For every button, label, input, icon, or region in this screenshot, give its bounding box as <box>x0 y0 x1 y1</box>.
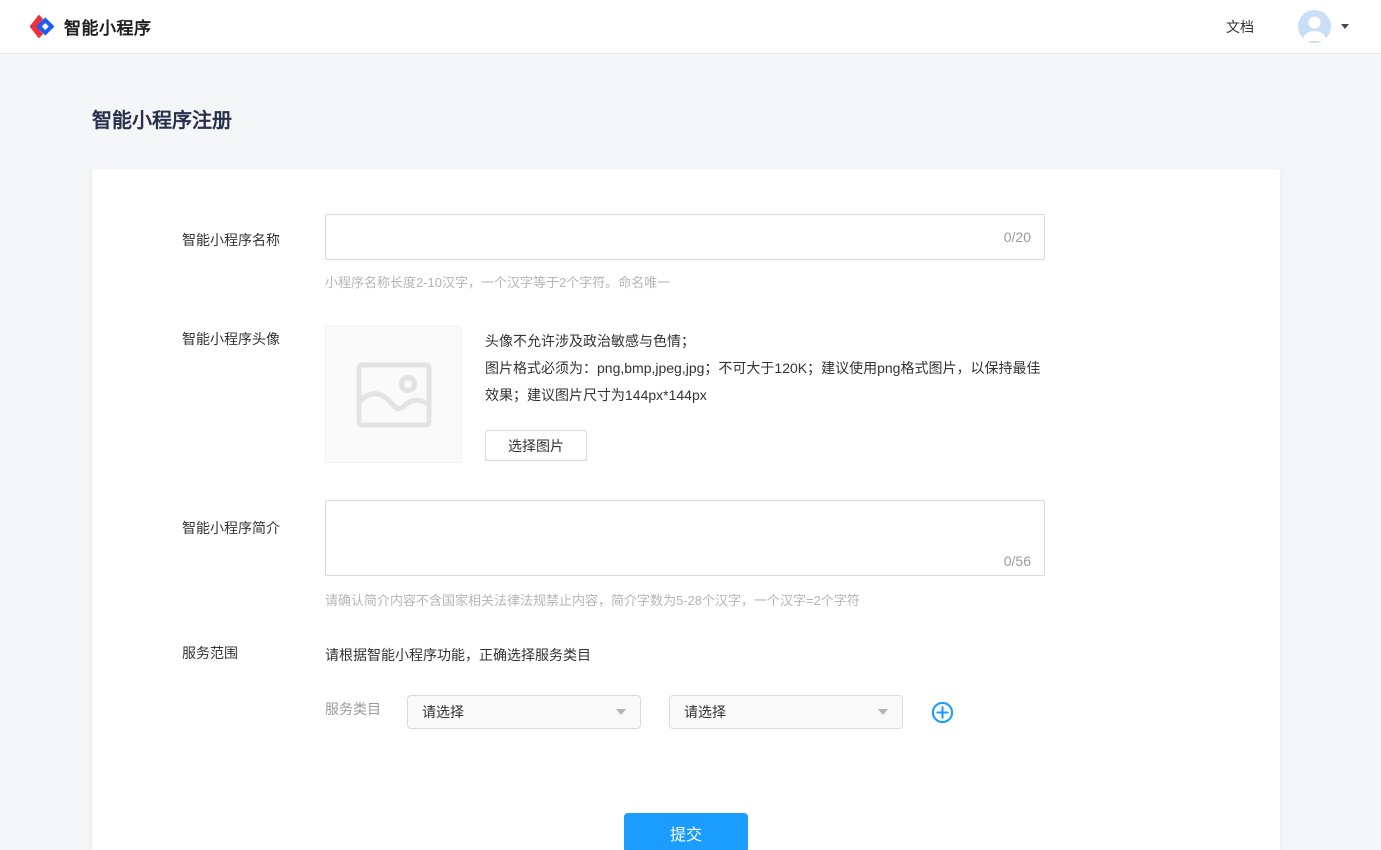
category-select-2-value: 请选择 <box>684 702 726 722</box>
select-caret-icon <box>616 709 626 715</box>
form-row-scope: 服务范围 请根据智能小程序功能，正确选择服务类目 服务类目 请选择 请选择 <box>182 643 1280 729</box>
category-label: 服务类目 <box>325 695 381 719</box>
registration-form-card: 智能小程序名称 0/20 小程序名称长度2-10汉字，一个汉字等于2个字符。命名… <box>92 169 1280 850</box>
plus-circle-icon <box>931 701 954 724</box>
avatar-label: 智能小程序头像 <box>182 326 325 463</box>
select-caret-icon <box>878 709 888 715</box>
page-title: 智能小程序注册 <box>92 104 1381 133</box>
scope-instruction: 请根据智能小程序功能，正确选择服务类目 <box>325 643 954 665</box>
intro-label: 智能小程序简介 <box>182 500 325 609</box>
account-menu[interactable] <box>1298 10 1349 43</box>
name-label: 智能小程序名称 <box>182 214 325 291</box>
user-avatar[interactable] <box>1298 10 1331 43</box>
avatar-rules: 头像不允许涉及政治敏感与色情； 图片格式必须为：png,bmp,jpeg,jpg… <box>485 326 1041 409</box>
intro-hint: 请确认简介内容不含国家相关法律法规禁止内容，简介字数为5-28个汉字，一个汉字=… <box>325 590 1045 609</box>
submit-row: 提交 <box>92 813 1280 850</box>
avatar-rule-line: 图片格式必须为：png,bmp,jpeg,jpg；不可大于120K；建议使用pn… <box>485 355 1041 409</box>
name-hint: 小程序名称长度2-10汉字，一个汉字等于2个字符。命名唯一 <box>325 272 1045 291</box>
top-header: 智能小程序 文档 <box>0 0 1381 54</box>
avatar-rule-line: 头像不允许涉及政治敏感与色情； <box>485 328 1041 355</box>
add-category-button[interactable] <box>930 700 954 724</box>
smart-program-logo-icon <box>28 13 55 40</box>
submit-button[interactable]: 提交 <box>624 813 748 850</box>
category-row: 服务类目 请选择 请选择 <box>325 695 954 729</box>
scope-label: 服务范围 <box>182 643 325 729</box>
form-row-avatar: 智能小程序头像 头像不允许涉及政治敏感与色情； 图片格式必须为：png,bmp,… <box>182 326 1280 463</box>
chevron-down-icon <box>1341 24 1349 29</box>
user-icon <box>1298 10 1331 43</box>
form-row-intro: 智能小程序简介 0/56 请确认简介内容不含国家相关法律法规禁止内容，简介字数为… <box>182 500 1280 609</box>
category-select-1-value: 请选择 <box>422 702 464 722</box>
category-select-2[interactable]: 请选择 <box>669 695 903 729</box>
app-intro-textarea[interactable] <box>325 500 1045 576</box>
main-content: 智能小程序注册 智能小程序名称 0/20 小程序名称长度2-10汉字，一个汉字等… <box>0 104 1381 850</box>
avatar-upload-placeholder[interactable] <box>325 326 462 463</box>
form-row-name: 智能小程序名称 0/20 小程序名称长度2-10汉字，一个汉字等于2个字符。命名… <box>182 214 1280 291</box>
app-name-input[interactable] <box>325 214 1045 260</box>
choose-image-button[interactable]: 选择图片 <box>485 430 587 461</box>
image-placeholder-icon <box>355 361 433 429</box>
docs-link[interactable]: 文档 <box>1226 17 1254 37</box>
brand: 智能小程序 <box>28 13 152 40</box>
brand-title: 智能小程序 <box>64 14 152 39</box>
header-actions: 文档 <box>1226 10 1349 43</box>
category-select-1[interactable]: 请选择 <box>407 695 641 729</box>
